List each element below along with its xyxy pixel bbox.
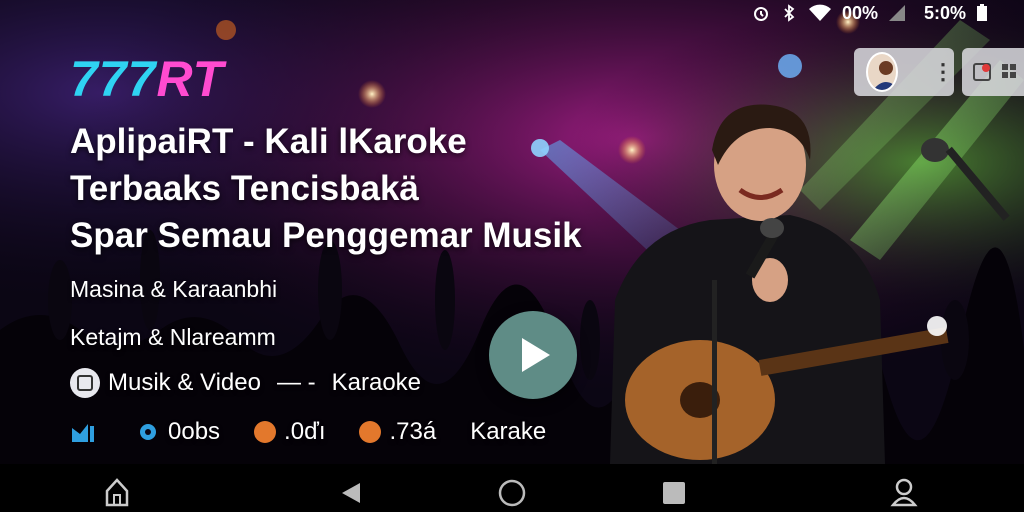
stat-chart (70, 420, 102, 444)
stat-views: 0obs (136, 418, 220, 446)
status-bar: 00% 5:0% (752, 0, 1024, 26)
bluetooth-icon (784, 4, 795, 22)
chart-icon (72, 424, 94, 442)
headline-line-1: AplipaiRT - Kali lKaroke (70, 122, 467, 161)
stat-views-value: 0obs (168, 418, 221, 445)
stat-category-value: Karake (470, 418, 547, 445)
play-button[interactable] (489, 311, 577, 399)
stat-likes-value: .0ďı (284, 418, 326, 445)
app-logo: 777RT (70, 50, 224, 108)
like-icon (254, 421, 277, 443)
signal-icon (888, 5, 905, 21)
stats-row: 0obs .0ďı .73á Karake (70, 418, 580, 446)
clock-time: 5:0% (923, 2, 966, 23)
stat-likes: .0ďı (254, 418, 325, 446)
page-title: AplipaiRT - Kali lKaroke Terbaaks Tencis… (70, 118, 582, 259)
battery-icon (977, 4, 987, 21)
tagline-left: Musik & Video (108, 369, 261, 396)
logo-letters: RT (156, 51, 225, 107)
subtitle-2: Ketajm & Nlareamm (70, 324, 276, 350)
headline-line-2: Terbaaks Tencisbakä (70, 169, 419, 208)
wifi-icon (808, 4, 831, 21)
home-icon[interactable] (104, 477, 130, 507)
video-badge-icon (70, 368, 100, 398)
headline-line-3: Spar Semau Penggemar Musik (70, 216, 582, 255)
recents-icon[interactable] (662, 481, 686, 505)
avatar[interactable] (866, 52, 898, 92)
profile-menu-pill[interactable]: ⋮ (854, 48, 954, 96)
home-circle-icon[interactable] (498, 479, 526, 507)
more-options-icon[interactable]: ⋮ (932, 61, 954, 83)
stat-rating: .73á (359, 418, 436, 446)
profile-icon[interactable] (890, 477, 918, 507)
stat-rating-value: .73á (389, 418, 437, 445)
battery-percent: 00% (841, 2, 878, 23)
rating-icon (359, 421, 382, 443)
tagline-right: Karaoke (331, 369, 422, 396)
grid-icon[interactable] (1000, 60, 1018, 84)
stat-category: Karake (470, 418, 546, 446)
category-tagline: Musik & Video — - Karaoke (70, 368, 421, 398)
back-icon[interactable] (340, 481, 362, 505)
app-screen: 00% 5:0% ⋮ 777RT AplipaiRT - Kali lKarok… (0, 0, 1024, 512)
subtitle-1: Masina & Karaanbhi (70, 276, 278, 302)
cast-icon[interactable] (972, 60, 996, 84)
alarm-icon (753, 7, 768, 21)
tagline-dash: — - (276, 369, 316, 396)
gear-icon (140, 424, 156, 440)
shortcut-pill[interactable] (962, 48, 1024, 96)
logo-number: 777 (70, 51, 157, 107)
